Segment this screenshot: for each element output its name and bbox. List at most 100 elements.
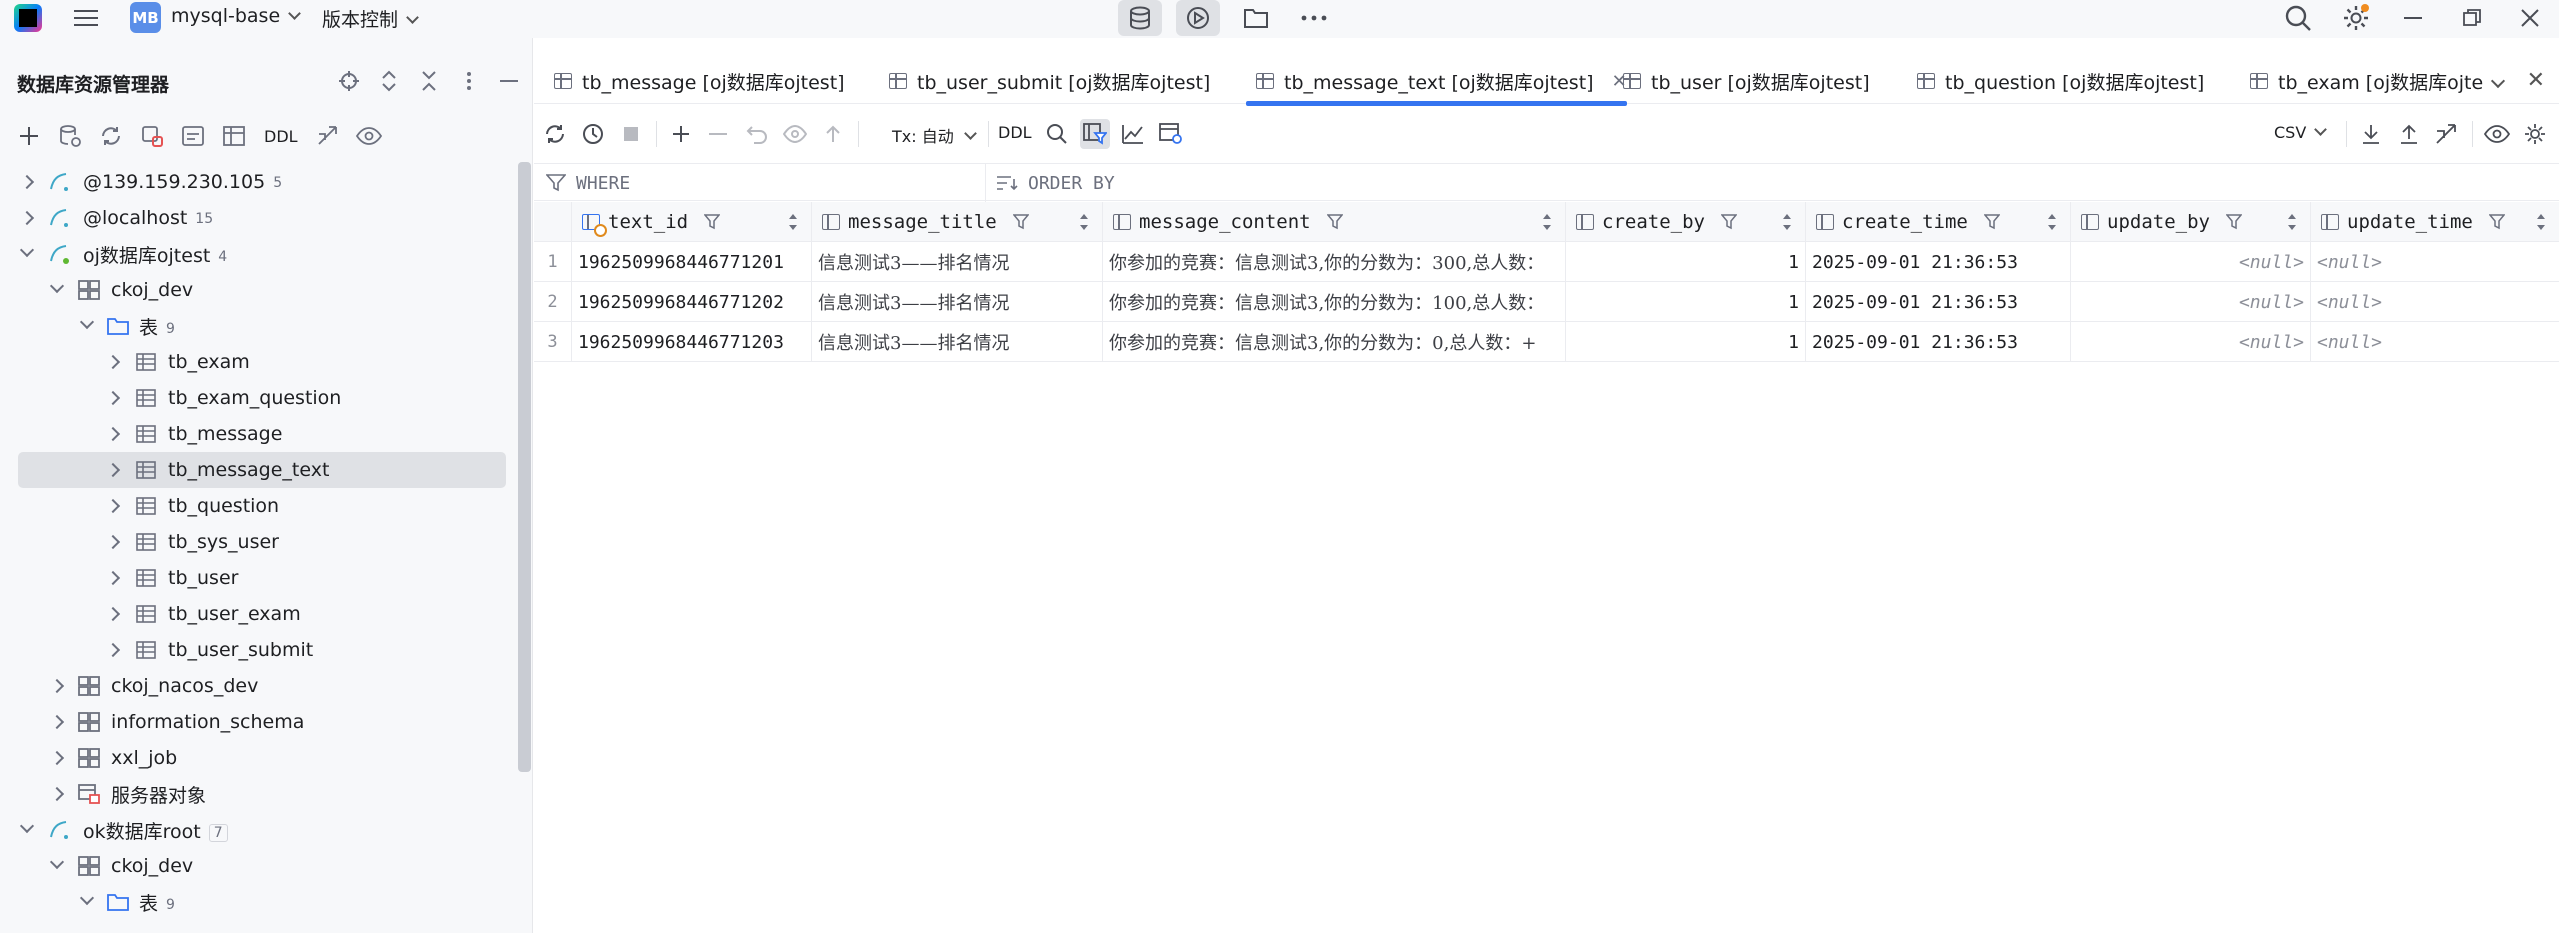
cell-update-by[interactable]: <null> (2071, 282, 2311, 322)
column-filter-icon[interactable] (1720, 214, 1737, 230)
sort-icon[interactable] (1783, 214, 1791, 230)
tab-tb-exam[interactable]: tb_exam [oj数据库ojte (2250, 58, 2490, 104)
tab-tb-question[interactable]: tb_question [oj数据库ojtest] (1917, 58, 2204, 104)
minimize-icon[interactable] (2385, 0, 2443, 36)
cell-message-title[interactable]: 信息测试3——排名情况 (812, 322, 1103, 362)
tree-item-table[interactable]: tb_message (0, 416, 520, 452)
chevron-right-icon[interactable] (105, 354, 121, 370)
upload-icon[interactable] (2394, 119, 2424, 149)
tree-item-schema[interactable]: information_schema (0, 704, 520, 740)
chevron-down-icon[interactable] (49, 854, 65, 870)
tree-item-table-selected[interactable]: tb_message_text (18, 452, 506, 488)
tree-item-schema[interactable]: xxl_job (0, 740, 520, 776)
options-menu-icon[interactable] (455, 67, 483, 95)
tab-tb-message[interactable]: tb_message [oj数据库ojtest] (554, 58, 845, 104)
cell-update-time[interactable]: <null> (2311, 242, 2559, 282)
tree-item-tables-folder[interactable]: 表9 (0, 308, 520, 344)
where-filter-input[interactable]: WHERE (534, 164, 986, 202)
more-icon[interactable] (1292, 0, 1336, 36)
view-options-icon[interactable] (2482, 119, 2512, 149)
tree-item-table[interactable]: tb_exam (0, 344, 520, 380)
cell-create-by[interactable]: 1 (1566, 322, 1806, 362)
cell-create-by[interactable]: 1 (1566, 282, 1806, 322)
tree-item-server-objects[interactable]: 服务器对象 (0, 776, 520, 812)
export-format-dropdown[interactable]: CSV (2274, 123, 2328, 142)
sort-icon[interactable] (2288, 214, 2296, 230)
cell-message-content[interactable]: 你参加的竞赛：信息测试3,你的分数为：100,总人数： (1103, 282, 1566, 322)
settings-gear-icon[interactable] (2327, 0, 2385, 36)
table-row[interactable]: 1 1962509968446771201 信息测试3——排名情况 你参加的竞赛… (534, 242, 2559, 282)
tree-item-datasource[interactable]: @localhost 15 (0, 200, 520, 236)
cell-message-title[interactable]: 信息测试3——排名情况 (812, 242, 1103, 282)
services-run-icon[interactable] (1176, 0, 1220, 36)
filter-grid-icon[interactable] (1080, 119, 1110, 149)
refresh-icon[interactable] (96, 121, 126, 151)
compare-icon[interactable] (2432, 119, 2462, 149)
column-header-update-by[interactable]: update_by (2071, 202, 2311, 242)
close-window-icon[interactable] (2501, 0, 2559, 36)
tab-tb-message-text[interactable]: tb_message_text [oj数据库ojtest] ✕ (1246, 58, 1627, 106)
cell-create-time[interactable]: 2025-09-01 21:36:53 (1806, 242, 2071, 282)
expand-all-icon[interactable] (375, 67, 403, 95)
chevron-right-icon[interactable] (105, 462, 121, 478)
column-filter-icon[interactable] (1012, 214, 1029, 230)
datasource-properties-icon[interactable] (55, 121, 85, 151)
column-header-create-time[interactable]: create_time (1806, 202, 2071, 242)
tree-item-datasource[interactable]: oj数据库ojtest 4 (0, 236, 520, 272)
cell-text-id[interactable]: 1962509968446771203 (572, 322, 812, 362)
tree-item-schema[interactable]: ckoj_dev (0, 848, 520, 884)
add-row-icon[interactable] (666, 119, 696, 149)
cell-message-title[interactable]: 信息测试3——排名情况 (812, 282, 1103, 322)
tree-item-table[interactable]: tb_exam_question (0, 380, 520, 416)
tree-item-schema[interactable]: ckoj_dev (0, 272, 520, 308)
search-icon[interactable] (2269, 0, 2327, 36)
column-header-create-by[interactable]: create_by (1566, 202, 1806, 242)
tree-item-datasource[interactable]: ok数据库root 7 (0, 812, 520, 848)
column-filter-icon[interactable] (2488, 214, 2505, 230)
project-badge[interactable]: MB (130, 2, 161, 33)
sort-icon[interactable] (2537, 214, 2545, 230)
chevron-down-icon[interactable] (2490, 73, 2506, 89)
order-by-input[interactable]: ORDER BY (996, 164, 1115, 202)
vcs-menu[interactable]: 版本控制 (322, 5, 419, 32)
chevron-right-icon[interactable] (19, 210, 35, 226)
tree-item-table[interactable]: tb_question (0, 488, 520, 524)
cell-update-time[interactable]: <null> (2311, 322, 2559, 362)
project-selector[interactable]: mysql-base (171, 5, 302, 27)
tree-item-table[interactable]: tb_user_submit (0, 632, 520, 668)
sql-console-icon[interactable] (178, 121, 208, 151)
chevron-right-icon[interactable] (105, 534, 121, 550)
jump-to-icon[interactable] (313, 121, 343, 151)
chevron-right-icon[interactable] (19, 174, 35, 190)
column-header-text-id[interactable]: text_id (572, 202, 812, 242)
collapse-all-icon[interactable] (415, 67, 443, 95)
table-row[interactable]: 3 1962509968446771203 信息测试3——排名情况 你参加的竞赛… (534, 322, 2559, 362)
chevron-down-icon[interactable] (19, 242, 35, 258)
locate-icon[interactable] (335, 67, 363, 95)
chevron-right-icon[interactable] (105, 570, 121, 586)
column-filter-icon[interactable] (704, 214, 721, 230)
chevron-right-icon[interactable] (49, 786, 65, 802)
cell-text-id[interactable]: 1962509968446771201 (572, 242, 812, 282)
ddl-button[interactable]: DDL (998, 123, 1032, 142)
cell-create-by[interactable]: 1 (1566, 242, 1806, 282)
chevron-down-icon[interactable] (79, 314, 95, 330)
chevron-right-icon[interactable] (105, 642, 121, 658)
cell-text-id[interactable]: 1962509968446771202 (572, 282, 812, 322)
table-settings-icon[interactable] (1156, 119, 1186, 149)
tab-tb-user[interactable]: tb_user [oj数据库ojtest] (1623, 58, 1870, 104)
chevron-right-icon[interactable] (49, 714, 65, 730)
column-header-update-time[interactable]: update_time (2311, 202, 2559, 242)
column-filter-icon[interactable] (1326, 214, 1343, 230)
cell-create-time[interactable]: 2025-09-01 21:36:53 (1806, 322, 2071, 362)
sort-icon[interactable] (2048, 214, 2056, 230)
table-editor-icon[interactable] (219, 121, 249, 151)
tree-scrollbar[interactable] (518, 162, 531, 772)
column-filter-icon[interactable] (1983, 214, 2000, 230)
cell-update-time[interactable]: <null> (2311, 282, 2559, 322)
cell-message-content[interactable]: 你参加的竞赛：信息测试3,你的分数为：300,总人数： (1103, 242, 1566, 282)
tab-tb-user-submit[interactable]: tb_user_submit [oj数据库ojtest] (889, 58, 1210, 104)
settings-gear-icon[interactable] (2520, 119, 2550, 149)
cell-update-by[interactable]: <null> (2071, 242, 2311, 282)
restore-icon[interactable] (2443, 0, 2501, 36)
